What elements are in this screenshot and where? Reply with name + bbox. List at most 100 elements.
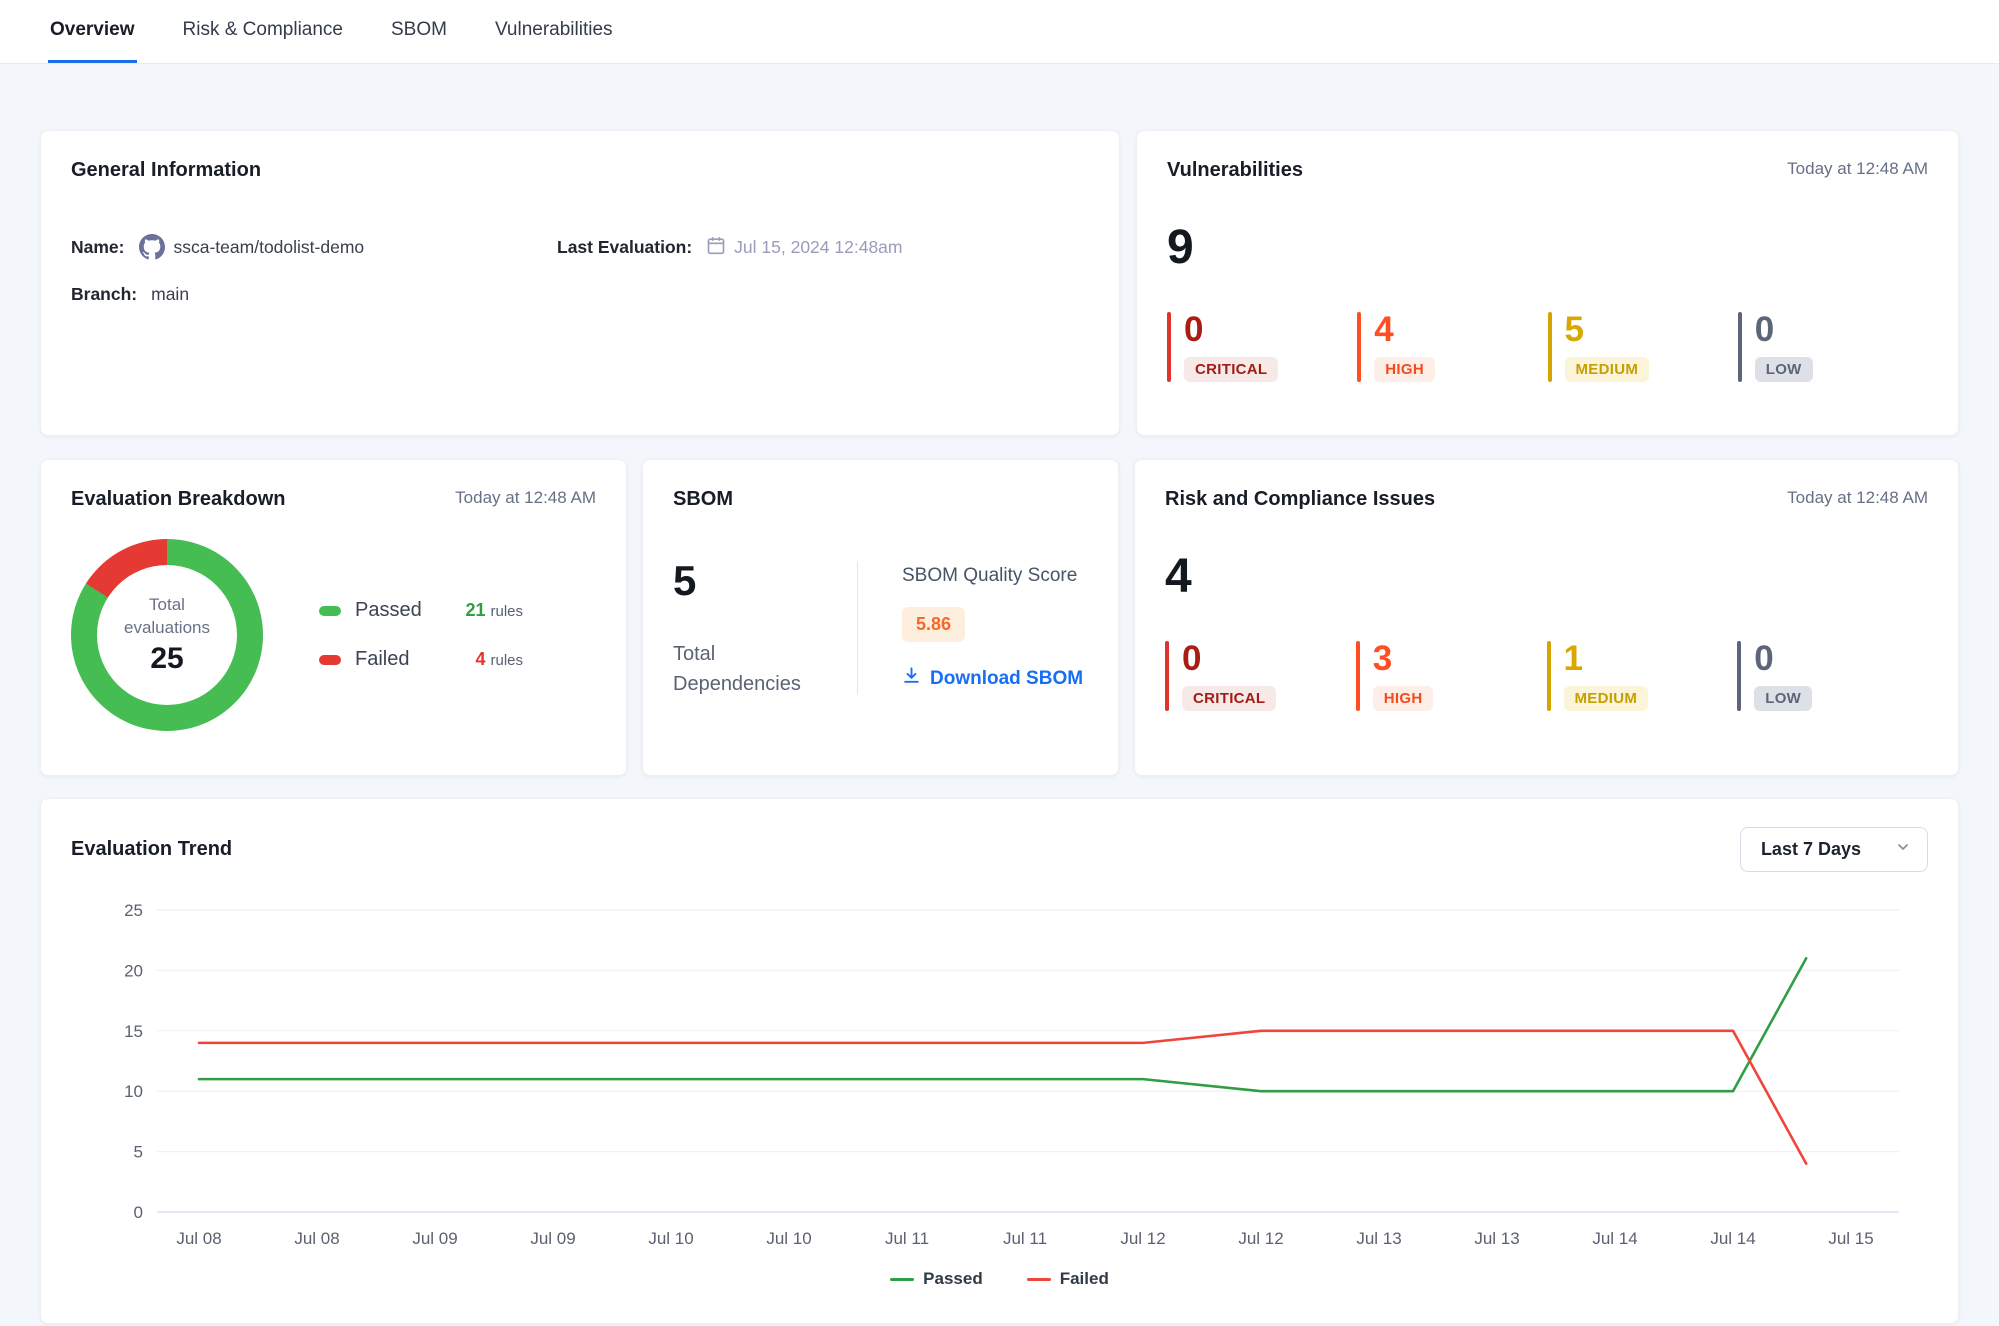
download-icon bbox=[902, 666, 921, 691]
risk-critical-count: 0 bbox=[1182, 641, 1201, 678]
failed-swatch-icon bbox=[319, 655, 341, 665]
severity-bar bbox=[1356, 641, 1360, 711]
severity-bar bbox=[1737, 641, 1741, 711]
risk-compliance-title: Risk and Compliance Issues bbox=[1165, 488, 1435, 511]
donut-center-value: 25 bbox=[150, 642, 183, 676]
tab-sbom[interactable]: SBOM bbox=[389, 1, 449, 63]
y-tick-label: 5 bbox=[134, 1143, 143, 1162]
risk-compliance-severity-row: 0 CRITICAL 3 HIGH 1 MEDIUM bbox=[1165, 641, 1928, 711]
evaluations-donut-chart: Total evaluations 25 bbox=[71, 539, 263, 731]
vulnerabilities-timestamp: Today at 12:48 AM bbox=[1787, 159, 1928, 179]
time-range-dropdown[interactable]: Last 7 Days bbox=[1740, 827, 1928, 872]
risk-medium-tile: 1 MEDIUM bbox=[1547, 641, 1738, 711]
x-tick-label: Jul 12 bbox=[1238, 1229, 1283, 1248]
failed-count: 4 bbox=[475, 649, 485, 669]
y-tick-label: 20 bbox=[124, 961, 143, 980]
severity-bar bbox=[1547, 641, 1551, 711]
x-tick-label: Jul 09 bbox=[530, 1229, 575, 1248]
chart-legend-failed[interactable]: Failed bbox=[1027, 1269, 1109, 1289]
severity-bar bbox=[1165, 641, 1169, 711]
vulnerabilities-title: Vulnerabilities bbox=[1167, 159, 1303, 182]
severity-bar bbox=[1357, 312, 1361, 382]
x-tick-label: Jul 10 bbox=[648, 1229, 693, 1248]
x-tick-label: Jul 14 bbox=[1592, 1229, 1637, 1248]
risk-critical-tile: 0 CRITICAL bbox=[1165, 641, 1356, 711]
evaluation-breakdown-title: Evaluation Breakdown bbox=[71, 488, 286, 511]
low-badge: LOW bbox=[1755, 357, 1813, 382]
sbom-card: SBOM 5 Total Dependencies SBOM Quality S… bbox=[642, 459, 1119, 776]
evaluation-breakdown-timestamp: Today at 12:48 AM bbox=[455, 488, 596, 508]
x-tick-label: Jul 13 bbox=[1474, 1229, 1519, 1248]
risk-low-tile: 0 LOW bbox=[1737, 641, 1928, 711]
sbom-quality-score-badge: 5.86 bbox=[902, 607, 965, 642]
risk-compliance-total: 4 bbox=[1165, 553, 1928, 601]
vuln-medium-count: 5 bbox=[1565, 312, 1584, 349]
tab-risk-compliance[interactable]: Risk & Compliance bbox=[181, 1, 346, 63]
evaluation-trend-card: Evaluation Trend Last 7 Days 0 5 10 15 20 25 J… bbox=[40, 798, 1959, 1324]
x-tick-label: Jul 15 bbox=[1828, 1229, 1873, 1248]
risk-compliance-timestamp: Today at 12:48 AM bbox=[1787, 488, 1928, 508]
severity-bar bbox=[1167, 312, 1171, 382]
sbom-title: SBOM bbox=[673, 488, 733, 511]
sbom-total-label: Total Dependencies bbox=[673, 639, 813, 699]
chart-legend: Passed Failed bbox=[71, 1269, 1928, 1289]
vulnerabilities-severity-row: 0 CRITICAL 4 HIGH 5 MEDIUM bbox=[1167, 312, 1928, 382]
vuln-low-count: 0 bbox=[1755, 312, 1774, 349]
failed-label: Failed bbox=[355, 648, 441, 671]
tab-vulnerabilities[interactable]: Vulnerabilities bbox=[493, 1, 615, 63]
passed-line-swatch-icon bbox=[890, 1278, 914, 1281]
sbom-quality-score-label: SBOM Quality Score bbox=[902, 565, 1077, 587]
risk-low-count: 0 bbox=[1754, 641, 1773, 678]
branch-label: Branch: bbox=[71, 284, 137, 305]
vuln-low-tile: 0 LOW bbox=[1738, 312, 1928, 382]
failed-unit: rules bbox=[490, 652, 523, 669]
tab-bar: Overview Risk & Compliance SBOM Vulnerab… bbox=[0, 0, 1999, 64]
vulnerabilities-total: 9 bbox=[1167, 224, 1928, 272]
legend-item-failed[interactable]: Failed 4 rules bbox=[319, 648, 523, 671]
general-information-title: General Information bbox=[71, 159, 261, 182]
critical-badge: CRITICAL bbox=[1182, 686, 1276, 711]
risk-medium-count: 1 bbox=[1564, 641, 1583, 678]
time-range-value: Last 7 Days bbox=[1761, 839, 1861, 860]
trend-line-passed bbox=[199, 958, 1806, 1091]
y-tick-label: 25 bbox=[124, 901, 143, 920]
vuln-high-tile: 4 HIGH bbox=[1357, 312, 1547, 382]
evaluation-trend-chart: 0510152025Jul 08Jul 08Jul 09Jul 09Jul 10… bbox=[71, 882, 1947, 1254]
name-label: Name: bbox=[71, 237, 125, 258]
branch-value: main bbox=[151, 284, 189, 305]
vuln-medium-tile: 5 MEDIUM bbox=[1548, 312, 1738, 382]
x-tick-label: Jul 09 bbox=[412, 1229, 457, 1248]
medium-badge: MEDIUM bbox=[1564, 686, 1649, 711]
medium-badge: MEDIUM bbox=[1565, 357, 1650, 382]
evaluation-trend-title: Evaluation Trend bbox=[71, 838, 232, 861]
high-badge: HIGH bbox=[1373, 686, 1434, 711]
risk-high-count: 3 bbox=[1373, 641, 1392, 678]
passed-label: Passed bbox=[355, 599, 441, 622]
last-evaluation-label: Last Evaluation: bbox=[557, 237, 692, 258]
page-content: General Information Name: ssca-team/todo… bbox=[0, 64, 1999, 1324]
failed-line-swatch-icon bbox=[1027, 1278, 1051, 1281]
chart-legend-passed[interactable]: Passed bbox=[890, 1269, 983, 1289]
x-tick-label: Jul 08 bbox=[176, 1229, 221, 1248]
vuln-high-count: 4 bbox=[1374, 312, 1393, 349]
evaluation-breakdown-card: Evaluation Breakdown Today at 12:48 AM T… bbox=[40, 459, 627, 776]
y-tick-label: 15 bbox=[124, 1022, 143, 1041]
y-tick-label: 0 bbox=[134, 1203, 143, 1222]
y-tick-label: 10 bbox=[124, 1082, 143, 1101]
risk-compliance-card: Risk and Compliance Issues Today at 12:4… bbox=[1134, 459, 1959, 776]
vuln-critical-count: 0 bbox=[1184, 312, 1203, 349]
tab-overview[interactable]: Overview bbox=[48, 1, 137, 63]
severity-bar bbox=[1548, 312, 1552, 382]
high-badge: HIGH bbox=[1374, 357, 1435, 382]
critical-badge: CRITICAL bbox=[1184, 357, 1278, 382]
vuln-critical-tile: 0 CRITICAL bbox=[1167, 312, 1357, 382]
legend-item-passed[interactable]: Passed 21rules bbox=[319, 599, 523, 622]
trend-line-failed bbox=[199, 1031, 1806, 1164]
severity-bar bbox=[1738, 312, 1742, 382]
x-tick-label: Jul 11 bbox=[1003, 1229, 1047, 1248]
calendar-icon bbox=[706, 235, 726, 260]
repo-name-value: ssca-team/todolist-demo bbox=[174, 237, 365, 258]
passed-count: 21 bbox=[465, 600, 485, 620]
download-sbom-link[interactable]: Download SBOM bbox=[902, 666, 1083, 691]
low-badge: LOW bbox=[1754, 686, 1812, 711]
